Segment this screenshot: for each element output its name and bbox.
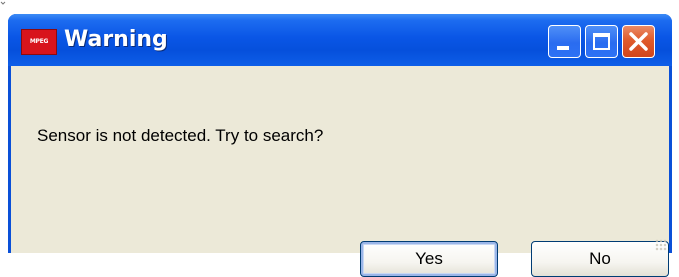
minimize-icon xyxy=(557,46,569,50)
app-icon[interactable]: MPEG xyxy=(21,29,57,55)
close-icon xyxy=(629,32,648,51)
dialog-message: Sensor is not detected. Try to search? xyxy=(37,126,324,145)
resize-grip[interactable] xyxy=(655,239,667,251)
warning-dialog-window: MPEG Warning Sensor is not detected. Try… xyxy=(8,14,672,277)
dialog-body: Sensor is not detected. Try to search? Y… xyxy=(11,66,669,277)
corner-mark xyxy=(0,1,6,5)
maximize-icon xyxy=(593,33,610,50)
yes-button[interactable]: Yes xyxy=(360,241,498,277)
title-bar[interactable]: MPEG Warning xyxy=(8,14,672,66)
minimize-button[interactable] xyxy=(548,25,581,58)
no-button[interactable]: No xyxy=(531,241,669,277)
maximize-button[interactable] xyxy=(585,25,618,58)
close-button[interactable] xyxy=(622,25,655,58)
window-title: Warning xyxy=(64,27,168,52)
